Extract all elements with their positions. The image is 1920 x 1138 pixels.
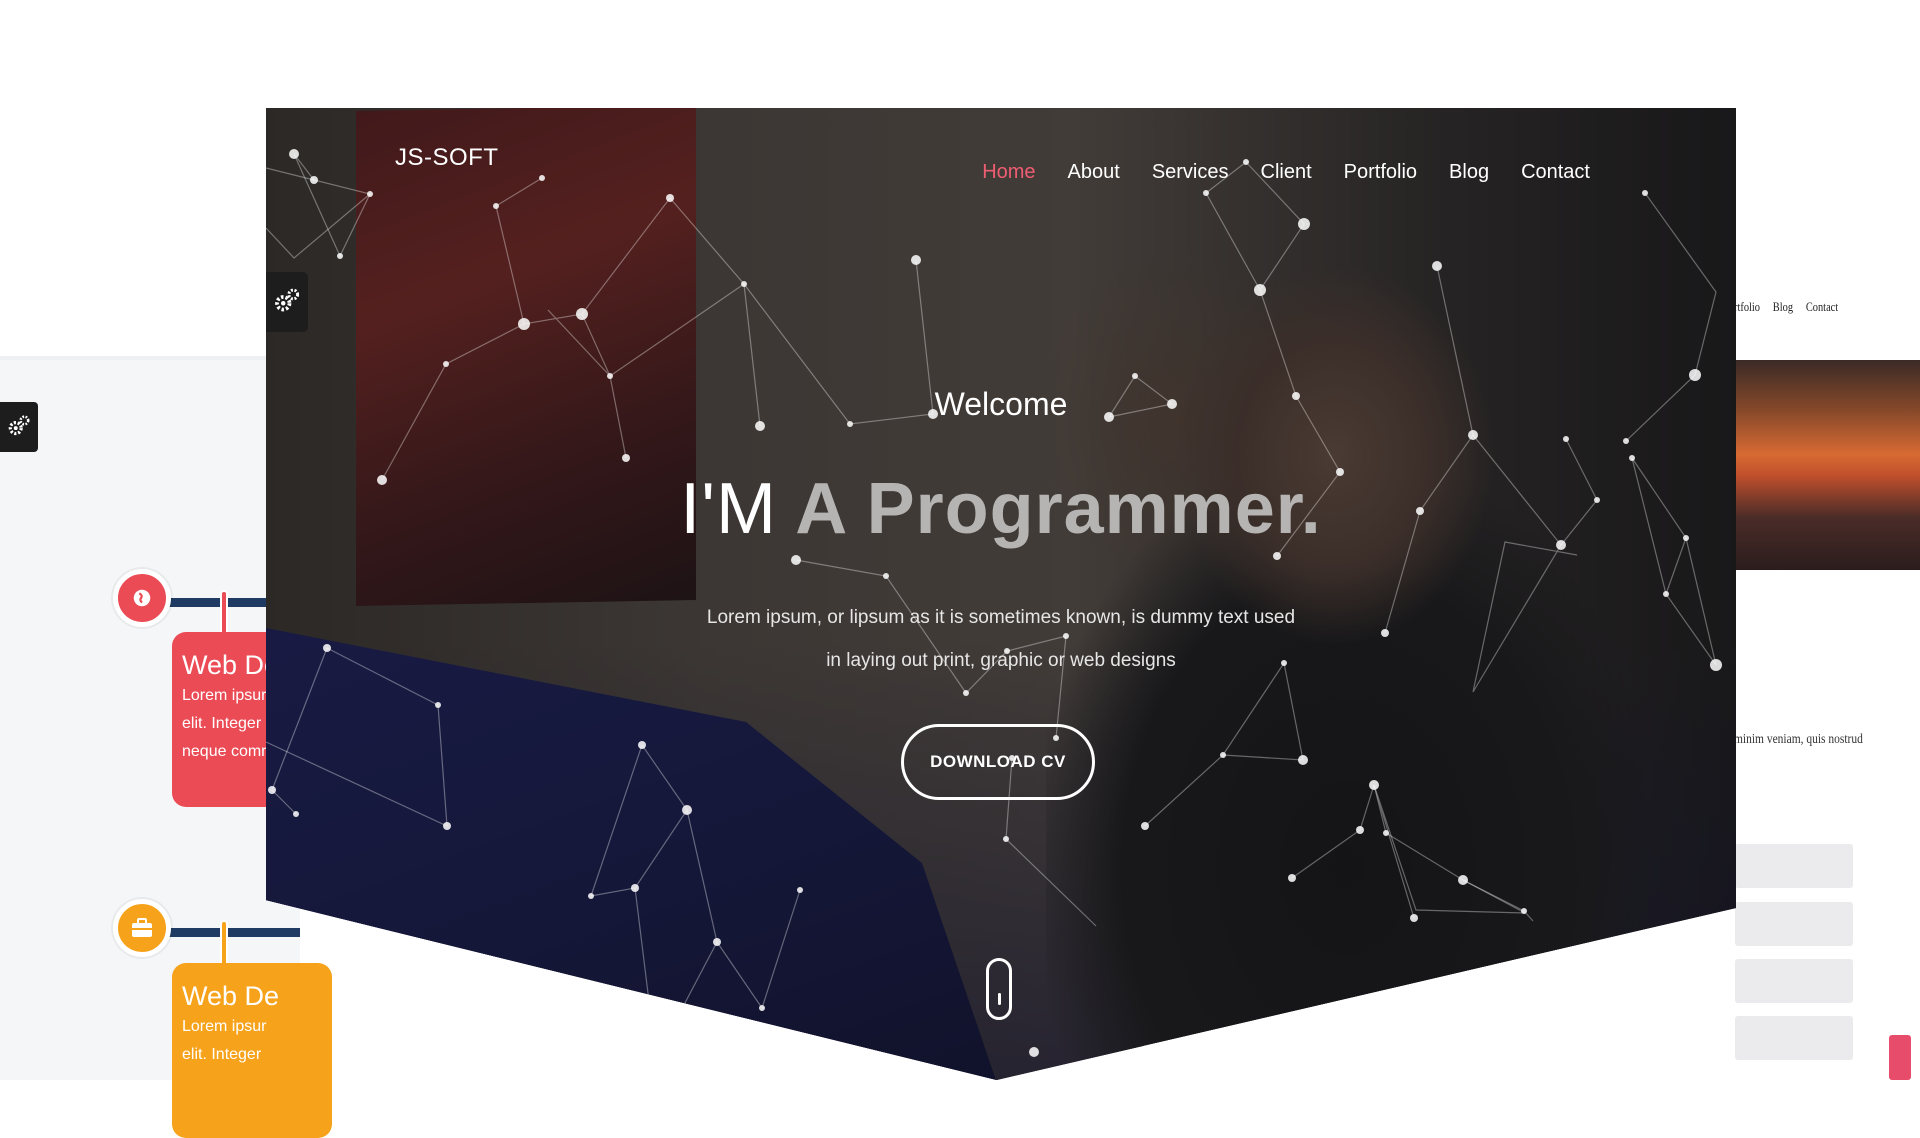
- nav-item-home[interactable]: Home: [982, 161, 1035, 184]
- mouse-wheel: [998, 993, 1001, 1005]
- timeline-marker: [113, 569, 171, 627]
- main-nav: Home About Services Client Portfolio Blo…: [982, 161, 1590, 184]
- right-page-nav: rtfolio Blog Contact: [1734, 299, 1838, 315]
- nav-item-portfolio[interactable]: Portfolio: [1344, 161, 1417, 184]
- right-page-banner-image: [1735, 360, 1920, 570]
- service-card-text: elit. Integer: [182, 1046, 262, 1063]
- headline-highlight: A Programmer.: [795, 469, 1322, 549]
- hero-subtext-line: in laying out print, graphic or web desi…: [826, 650, 1176, 671]
- scroll-down-icon[interactable]: [986, 958, 1012, 1020]
- timeline-marker: [113, 899, 171, 957]
- site-logo[interactable]: JS-SOFT: [395, 144, 499, 172]
- scroll-to-top-button[interactable]: [1889, 1035, 1911, 1080]
- right-nav-item-portfolio[interactable]: rtfolio: [1734, 299, 1760, 315]
- service-card-text: Lorem ipsur: [182, 1018, 267, 1035]
- form-field[interactable]: [1735, 902, 1853, 946]
- download-cv-button[interactable]: DOWNLOAD CV: [901, 724, 1095, 800]
- right-nav-item-contact[interactable]: Contact: [1806, 299, 1838, 315]
- nav-item-about[interactable]: About: [1068, 161, 1120, 184]
- globe-icon: [133, 589, 151, 607]
- gear-icon: [275, 288, 300, 312]
- hero-welcome: Welcome: [934, 386, 1068, 422]
- timeline-bar: [160, 928, 300, 937]
- particle-network: [266, 149, 1722, 1061]
- headline-prefix: I'M: [680, 469, 777, 549]
- form-field[interactable]: [1735, 844, 1853, 888]
- right-nav-item-blog[interactable]: Blog: [1773, 299, 1793, 315]
- settings-button[interactable]: [266, 272, 308, 332]
- service-card[interactable]: Web De Lorem ipsur elit. Integer: [172, 963, 332, 1138]
- hero-subtext-line: Lorem ipsum, or lipsum as it is sometime…: [706, 607, 1296, 628]
- briefcase-icon: [132, 918, 152, 937]
- form-field[interactable]: [1735, 959, 1853, 1003]
- nav-item-services[interactable]: Services: [1152, 161, 1229, 184]
- form-field[interactable]: [1735, 1016, 1853, 1060]
- nav-item-blog[interactable]: Blog: [1449, 161, 1489, 184]
- hero-subtext: Lorem ipsum, or lipsum as it is sometime…: [266, 596, 1736, 682]
- left-settings-button[interactable]: [0, 402, 38, 452]
- service-card-title: Web De: [182, 981, 280, 1011]
- hero-headline: I'M A Programmer.: [266, 468, 1736, 550]
- right-page-text: minim veniam, quis nostrud: [1734, 732, 1863, 747]
- gear-icon: [8, 415, 30, 436]
- nav-item-client[interactable]: Client: [1261, 161, 1312, 184]
- nav-item-contact[interactable]: Contact: [1521, 161, 1590, 184]
- hero-section: JS-SOFT Home About Services Client Portf…: [266, 108, 1736, 1080]
